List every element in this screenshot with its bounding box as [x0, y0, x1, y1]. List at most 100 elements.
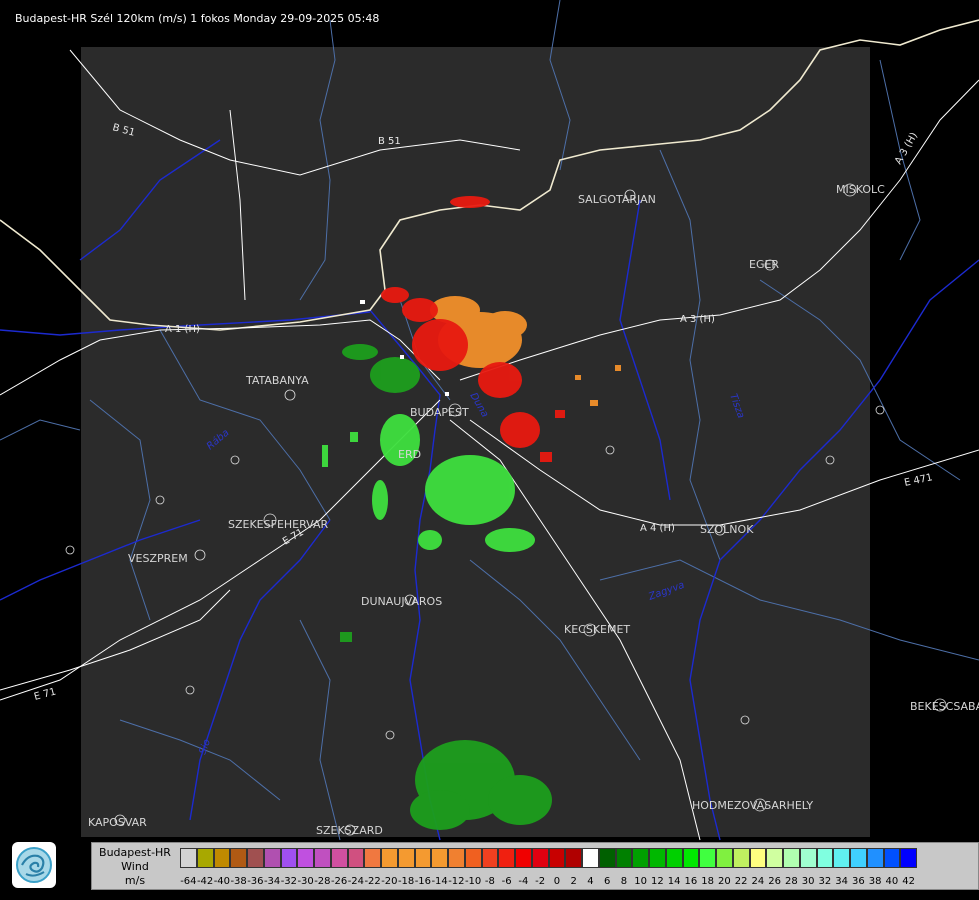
legend-swatch — [213, 848, 231, 868]
legend-swatch — [783, 848, 800, 868]
legend-swatch — [716, 848, 733, 868]
legend-tick-label: -2 — [535, 876, 546, 887]
legend-swatch — [247, 848, 264, 868]
legend-tick-label: -42 — [196, 876, 214, 887]
legend-title-unit: m/s — [124, 874, 146, 887]
legend-swatches — [180, 848, 917, 868]
legend-swatch — [381, 848, 398, 868]
city-label-dunaujvaros: DUNAUJVAROS — [361, 595, 442, 608]
legend-swatch — [699, 848, 716, 868]
legend-swatch — [816, 848, 834, 868]
city-label-szolnok: SZOLNOK — [700, 523, 754, 536]
legend-tick-label: -22 — [364, 876, 381, 887]
legend-tick-label: -18 — [397, 876, 415, 887]
legend-swatch — [515, 848, 532, 868]
radar-map: B 51 B 51 A 3 (H) A 3 (H) A 1 (H) A 4 (H… — [0, 0, 979, 841]
city-label-szekszard: SZEKSZARD — [316, 824, 383, 837]
legend-tick-label: -26 — [330, 876, 348, 887]
legend-tick-label: 28 — [785, 876, 798, 887]
city-label-salgotarjan: SALGOTARJAN — [578, 193, 656, 206]
legend-tick-label: 42 — [902, 876, 915, 887]
legend-swatch — [448, 848, 465, 868]
legend-swatch — [180, 848, 197, 868]
legend-swatch — [565, 848, 582, 868]
road-label-b51-east: B 51 — [378, 136, 401, 147]
legend-tick-label: 2 — [570, 876, 577, 887]
legend-swatch — [481, 848, 499, 868]
legend-swatch — [582, 848, 599, 868]
legend-tick-label: -36 — [247, 876, 264, 887]
legend-tick-label: 34 — [835, 876, 848, 887]
legend-tick-label: 20 — [718, 876, 731, 887]
legend-swatch — [866, 848, 884, 868]
legend-tick-label: 8 — [620, 876, 628, 887]
legend-tick-label: 40 — [885, 876, 899, 887]
city-label-veszprem: VESZPREM — [128, 552, 188, 565]
legend-swatch — [230, 848, 247, 868]
omsz-logo-icon — [12, 842, 56, 888]
city-label-kaposvar: KAPOSVAR — [88, 816, 147, 829]
legend-ticks: -64 -42 -40 -38 -36 -34 -32 -30 -28 -26 -24 -22 -20-… — [180, 876, 917, 890]
legend-swatch — [598, 848, 616, 868]
legend-swatch — [749, 848, 767, 868]
legend-swatch — [397, 848, 415, 868]
legend-swatch — [682, 848, 700, 868]
road-label-a1: A 1 (H) — [165, 324, 200, 335]
legend-tick-label: -38 — [230, 876, 247, 887]
legend-swatch — [498, 848, 515, 868]
legend-tick-label: -40 — [213, 876, 231, 887]
legend-title-source: Budapest-HR — [99, 846, 171, 859]
legend-tick-label: -16 — [414, 876, 432, 887]
legend-swatch — [414, 848, 432, 868]
legend-tick-label: -24 — [347, 876, 365, 887]
legend-swatch — [364, 848, 381, 868]
legend-tick-label: 10 — [634, 876, 647, 887]
legend-swatch — [665, 848, 683, 868]
legend-tick-label: -14 — [431, 876, 448, 887]
city-label-hodmezovasarhely: HODMEZOVASARHELY — [692, 799, 813, 812]
legend-tick-label: -28 — [314, 876, 331, 887]
legend-swatch — [615, 848, 633, 868]
legend-swatch — [766, 848, 783, 868]
city-label-erd: ERD — [398, 448, 421, 461]
legend-tick-label: 0 — [553, 876, 561, 887]
legend-tick-label: -20 — [381, 876, 398, 887]
city-label-budapest: BUDAPEST — [410, 406, 469, 419]
legend-tick-label: -34 — [263, 876, 281, 887]
legend-swatch — [900, 848, 917, 868]
legend-swatch — [280, 848, 298, 868]
legend-swatch — [196, 848, 214, 868]
wind-legend: Budapest-HR Wind m/s -64 -42 -40 -38 -36 -34-… — [91, 842, 979, 890]
legend-tick-label: 36 — [852, 876, 865, 887]
legend-swatch — [799, 848, 817, 868]
legend-tick-label: 6 — [603, 876, 611, 887]
legend-tick-label: -6 — [501, 876, 512, 887]
legend-swatch — [833, 848, 850, 868]
legend-tick-label: -12 — [448, 876, 465, 887]
legend-tick-label: -4 — [518, 876, 529, 887]
legend-tick-label: -32 — [280, 876, 298, 887]
legend-tick-label: 22 — [734, 876, 748, 887]
legend-swatch — [347, 848, 365, 868]
legend-tick-label: 38 — [868, 876, 882, 887]
legend-swatch — [649, 848, 666, 868]
road-label-e471: E 471 — [903, 472, 933, 489]
radar-coverage-area — [81, 47, 870, 837]
legend-swatch — [431, 848, 448, 868]
legend-tick-label: 14 — [667, 876, 681, 887]
city-label-miskolc: MISKOLC — [836, 183, 885, 196]
legend-tick-label: -30 — [297, 876, 314, 887]
legend-tick-label: -10 — [464, 876, 482, 887]
legend-swatch — [297, 848, 314, 868]
road-label-e71-sw: E 71 — [33, 687, 57, 703]
legend-tick-label: -64 — [180, 876, 197, 887]
legend-title: Budapest-HR Wind m/s — [92, 846, 178, 888]
legend-tick-label: 16 — [684, 876, 698, 887]
road-label-a3: A 3 (H) — [680, 314, 715, 325]
legend-swatch — [632, 848, 649, 868]
map-header-title: Budapest-HR Szél 120km (m/s) 1 fokos Mon… — [15, 12, 380, 25]
legend-swatch — [531, 848, 549, 868]
city-label-szekesfehervar: SZEKESFEHERVAR — [228, 518, 329, 531]
legend-tick-label: 32 — [818, 876, 832, 887]
legend-tick-label: 12 — [651, 876, 664, 887]
